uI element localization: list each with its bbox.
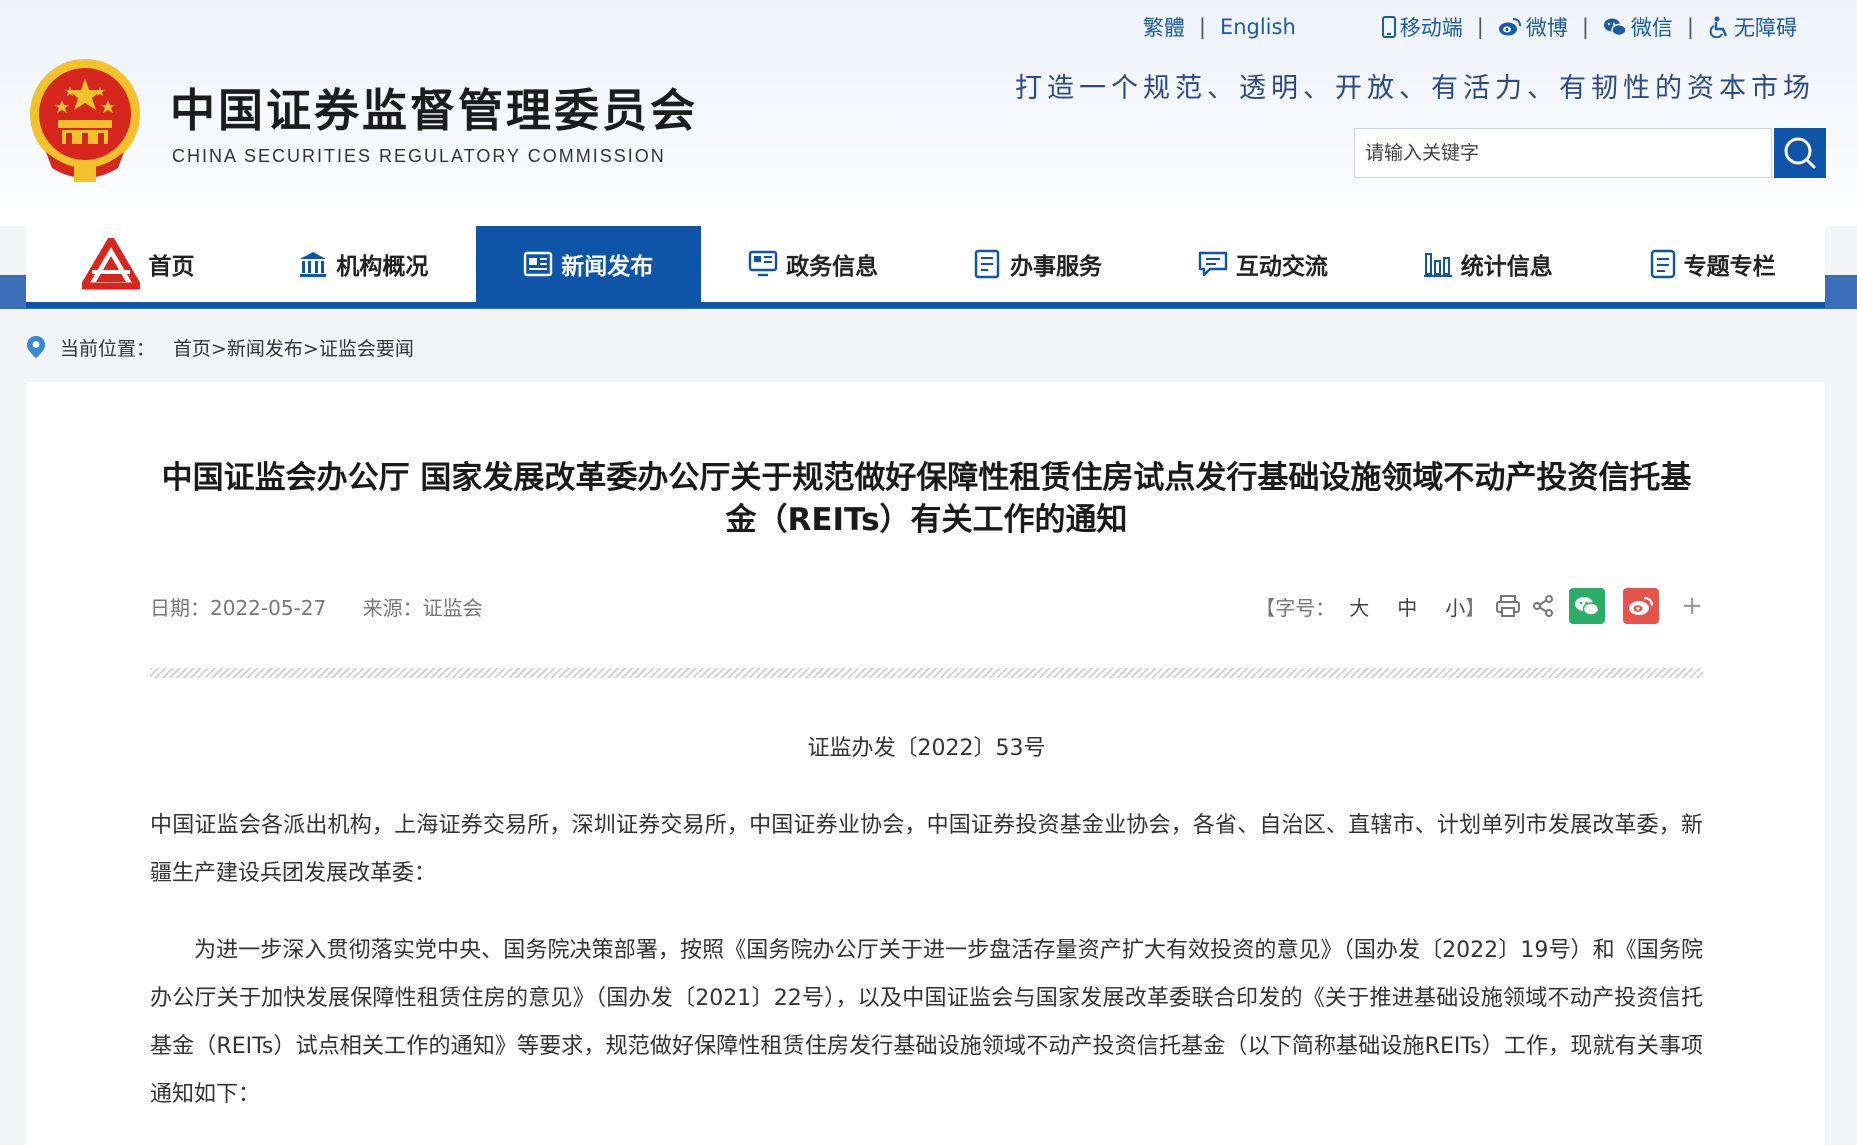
english-link[interactable]: English [1220,15,1296,39]
nav-item-government-info[interactable]: 政务信息 [701,226,926,302]
nav-item-services[interactable]: 办事服务 [926,226,1151,302]
search-icon [1784,137,1816,169]
nav-item-label: 新闻发布 [561,254,654,280]
nav-item-news[interactable]: 新闻发布 [475,226,701,302]
nav-item-home[interactable]: 首页 [26,226,251,302]
weibo-icon [1498,18,1521,36]
article-paragraph: 为进一步深入贯彻落实党中央、国务院决策部署，按照《国务院办公厅关于进一步盘活存量… [150,938,1703,1107]
wheelchair-icon [1709,16,1728,38]
share-button[interactable] [1531,594,1555,618]
weibo-link-label: 微博 [1525,16,1568,40]
article-meta: 日期：2022-05-27 来源：证监会 [150,592,483,621]
slogan: 打造一个规范、透明、开放、有活力、有韧性的资本市场 [1015,73,1815,104]
search-input[interactable] [1354,128,1772,178]
top-links: 繁體 | English 移动端 | 微博 | 微信 | 无障碍 [1143,12,1797,42]
accessibility-link[interactable]: 无障碍 [1708,12,1797,42]
chat-bubble-icon [1198,251,1228,277]
nav-item-label: 专题专栏 [1683,254,1776,280]
weibo-icon [1629,596,1654,615]
share-wechat-button[interactable] [1569,588,1606,624]
nav-item-statistics[interactable]: 统计信息 [1375,226,1600,302]
monitor-icon [748,250,778,277]
article-source: 来源：证监会 [362,596,483,620]
wechat-icon [1603,18,1627,37]
hatched-divider [150,668,1703,678]
printer-icon [1496,595,1521,617]
article-tools: 【字号： 大 中 小 】 + [1255,588,1703,624]
article-paragraph: 中国证监会各派出机构，上海证券交易所，深圳证券交易所，中国证券业协会，中国证券投… [150,813,1703,886]
org-name-cn[interactable]: 中国证券监督管理委员会 [170,74,698,139]
main-nav: 首页 机构概况 新闻发布 政务信息 办事服务 互动交流 统计信息 专题专栏 [26,226,1825,308]
mobile-link[interactable]: 移动端 [1381,12,1463,42]
home-logo-icon [82,238,141,290]
bar-chart-icon [1423,253,1452,277]
font-size-label-close: 】 [1465,595,1486,620]
site-header: 中国证券监督管理委员会 CHINA SECURITIES REGULATORY … [0,0,1857,226]
location-pin-icon [27,336,45,358]
org-name-en: CHINA SECURITIES REGULATORY COMMISSION [172,146,666,166]
share-weibo-button[interactable] [1623,588,1660,624]
separator: | [1581,15,1589,39]
weibo-link[interactable]: 微博 [1498,12,1568,42]
mobile-phone-icon [1381,16,1396,38]
institution-icon [300,252,327,277]
article-title: 中国证监会办公厅 国家发展改革委办公厅关于规范做好保障性租赁住房试点发行基础设施… [161,460,1692,538]
nav-item-about[interactable]: 机构概况 [251,226,476,302]
separator: | [1476,15,1484,39]
nav-item-topics[interactable]: 专题专栏 [1600,226,1825,302]
accessibility-link-label: 无障碍 [1734,16,1797,40]
document-number: 证监办发〔2022〕53号 [807,736,1046,761]
nav-item-label: 机构概况 [336,254,429,280]
print-button[interactable] [1495,594,1521,618]
font-size-medium-button[interactable]: 中 [1397,592,1417,621]
wechat-icon [1575,597,1600,616]
notepad-icon [1650,249,1675,279]
nav-item-label: 政务信息 [786,254,879,280]
breadcrumb-label: 当前位置： [60,337,156,360]
wechat-link[interactable]: 微信 [1603,12,1673,42]
newspaper-icon [523,251,553,277]
more-share-button[interactable]: + [1681,591,1703,621]
national-emblem-icon[interactable] [26,56,144,184]
share-icon [1533,595,1554,617]
nav-item-label: 统计信息 [1460,254,1553,280]
font-size-label-open: 【字号： [1255,595,1336,620]
document-list-icon [974,249,1000,279]
breadcrumb: 当前位置： 首页>新闻发布>证监会要闻 [26,330,414,364]
mobile-link-label: 移动端 [1399,16,1463,40]
breadcrumb-path[interactable]: 首页>新闻发布>证监会要闻 [173,334,414,361]
font-size-large-button[interactable]: 大 [1349,592,1369,621]
font-size-small-button[interactable]: 小 [1445,592,1465,621]
nav-item-label: 互动交流 [1235,254,1328,280]
nav-item-label: 首页 [148,254,195,280]
article: 中国证监会办公厅 国家发展改革委办公厅关于规范做好保障性租赁住房试点发行基础设施… [26,382,1825,1145]
nav-item-label: 办事服务 [1009,254,1102,280]
traditional-chinese-link[interactable]: 繁體 [1143,12,1185,42]
separator: | [1198,15,1206,39]
separator: | [1686,15,1694,39]
nav-item-interaction[interactable]: 互动交流 [1150,226,1375,302]
search-button[interactable] [1774,128,1826,178]
wechat-link-label: 微信 [1630,16,1673,40]
article-date: 日期：2022-05-27 [150,596,327,620]
